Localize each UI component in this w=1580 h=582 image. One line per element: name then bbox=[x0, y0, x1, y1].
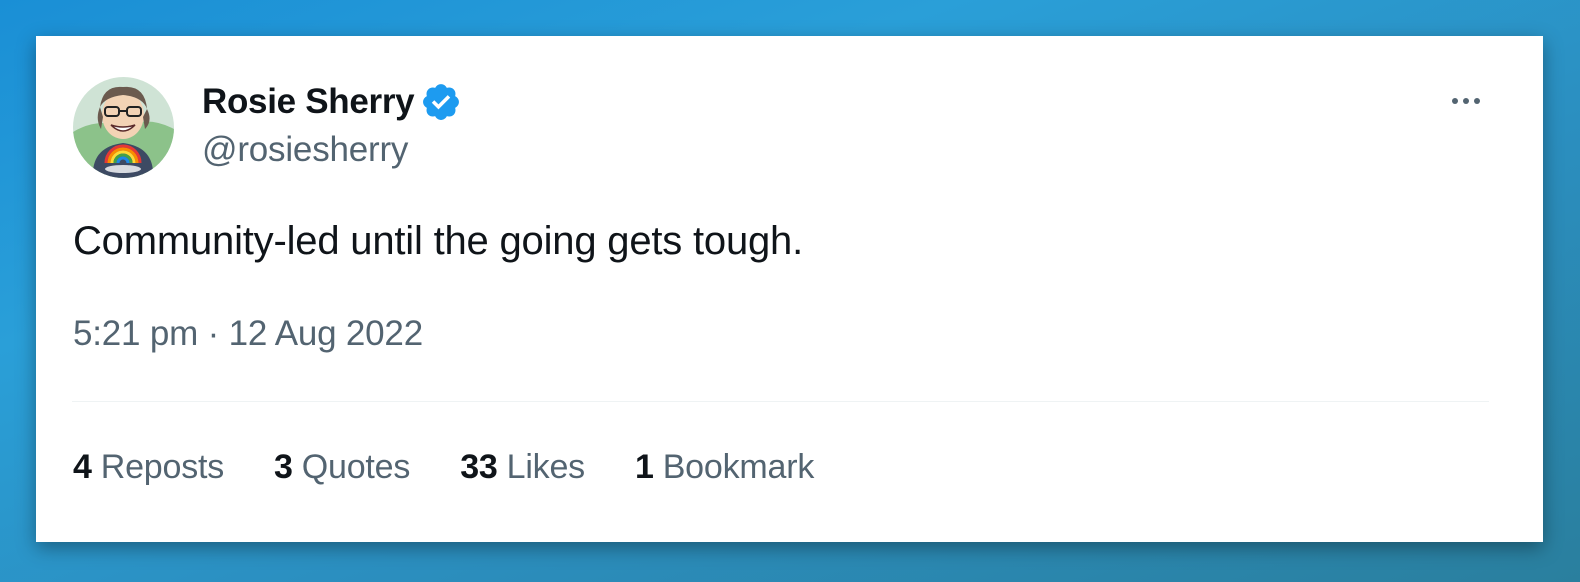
tweet-text: Community-led until the going gets tough… bbox=[73, 219, 804, 263]
avatar[interactable] bbox=[73, 77, 174, 178]
engagement-stats: 4 Reposts 3 Quotes 33 Likes 1 Bookmark bbox=[73, 448, 864, 487]
reposts-count: 4 bbox=[73, 448, 92, 486]
bookmarks-label: Bookmark bbox=[662, 448, 815, 486]
quotes-label: Quotes bbox=[301, 448, 411, 486]
quotes-count: 3 bbox=[274, 448, 293, 486]
likes-label: Likes bbox=[506, 448, 586, 486]
divider bbox=[72, 401, 1489, 402]
reposts-stat[interactable]: 4 Reposts bbox=[73, 448, 224, 487]
quotes-stat[interactable]: 3 Quotes bbox=[274, 448, 410, 487]
likes-stat[interactable]: 33 Likes bbox=[460, 448, 585, 487]
bookmarks-stat[interactable]: 1 Bookmark bbox=[635, 448, 814, 487]
reposts-label: Reposts bbox=[100, 448, 225, 486]
verified-badge-icon[interactable] bbox=[420, 81, 462, 123]
author-name-row[interactable]: Rosie Sherry bbox=[202, 80, 462, 124]
tweet-timestamp[interactable]: 5:21 pm · 12 Aug 2022 bbox=[73, 314, 423, 354]
bookmarks-count: 1 bbox=[634, 448, 654, 486]
likes-count: 33 bbox=[460, 448, 498, 486]
more-options-icon[interactable] bbox=[1444, 91, 1488, 111]
display-name[interactable]: Rosie Sherry bbox=[202, 82, 415, 122]
tweet-card: Rosie Sherry @rosiesherry Community-led … bbox=[36, 36, 1543, 542]
user-handle[interactable]: @rosiesherry bbox=[202, 130, 408, 170]
